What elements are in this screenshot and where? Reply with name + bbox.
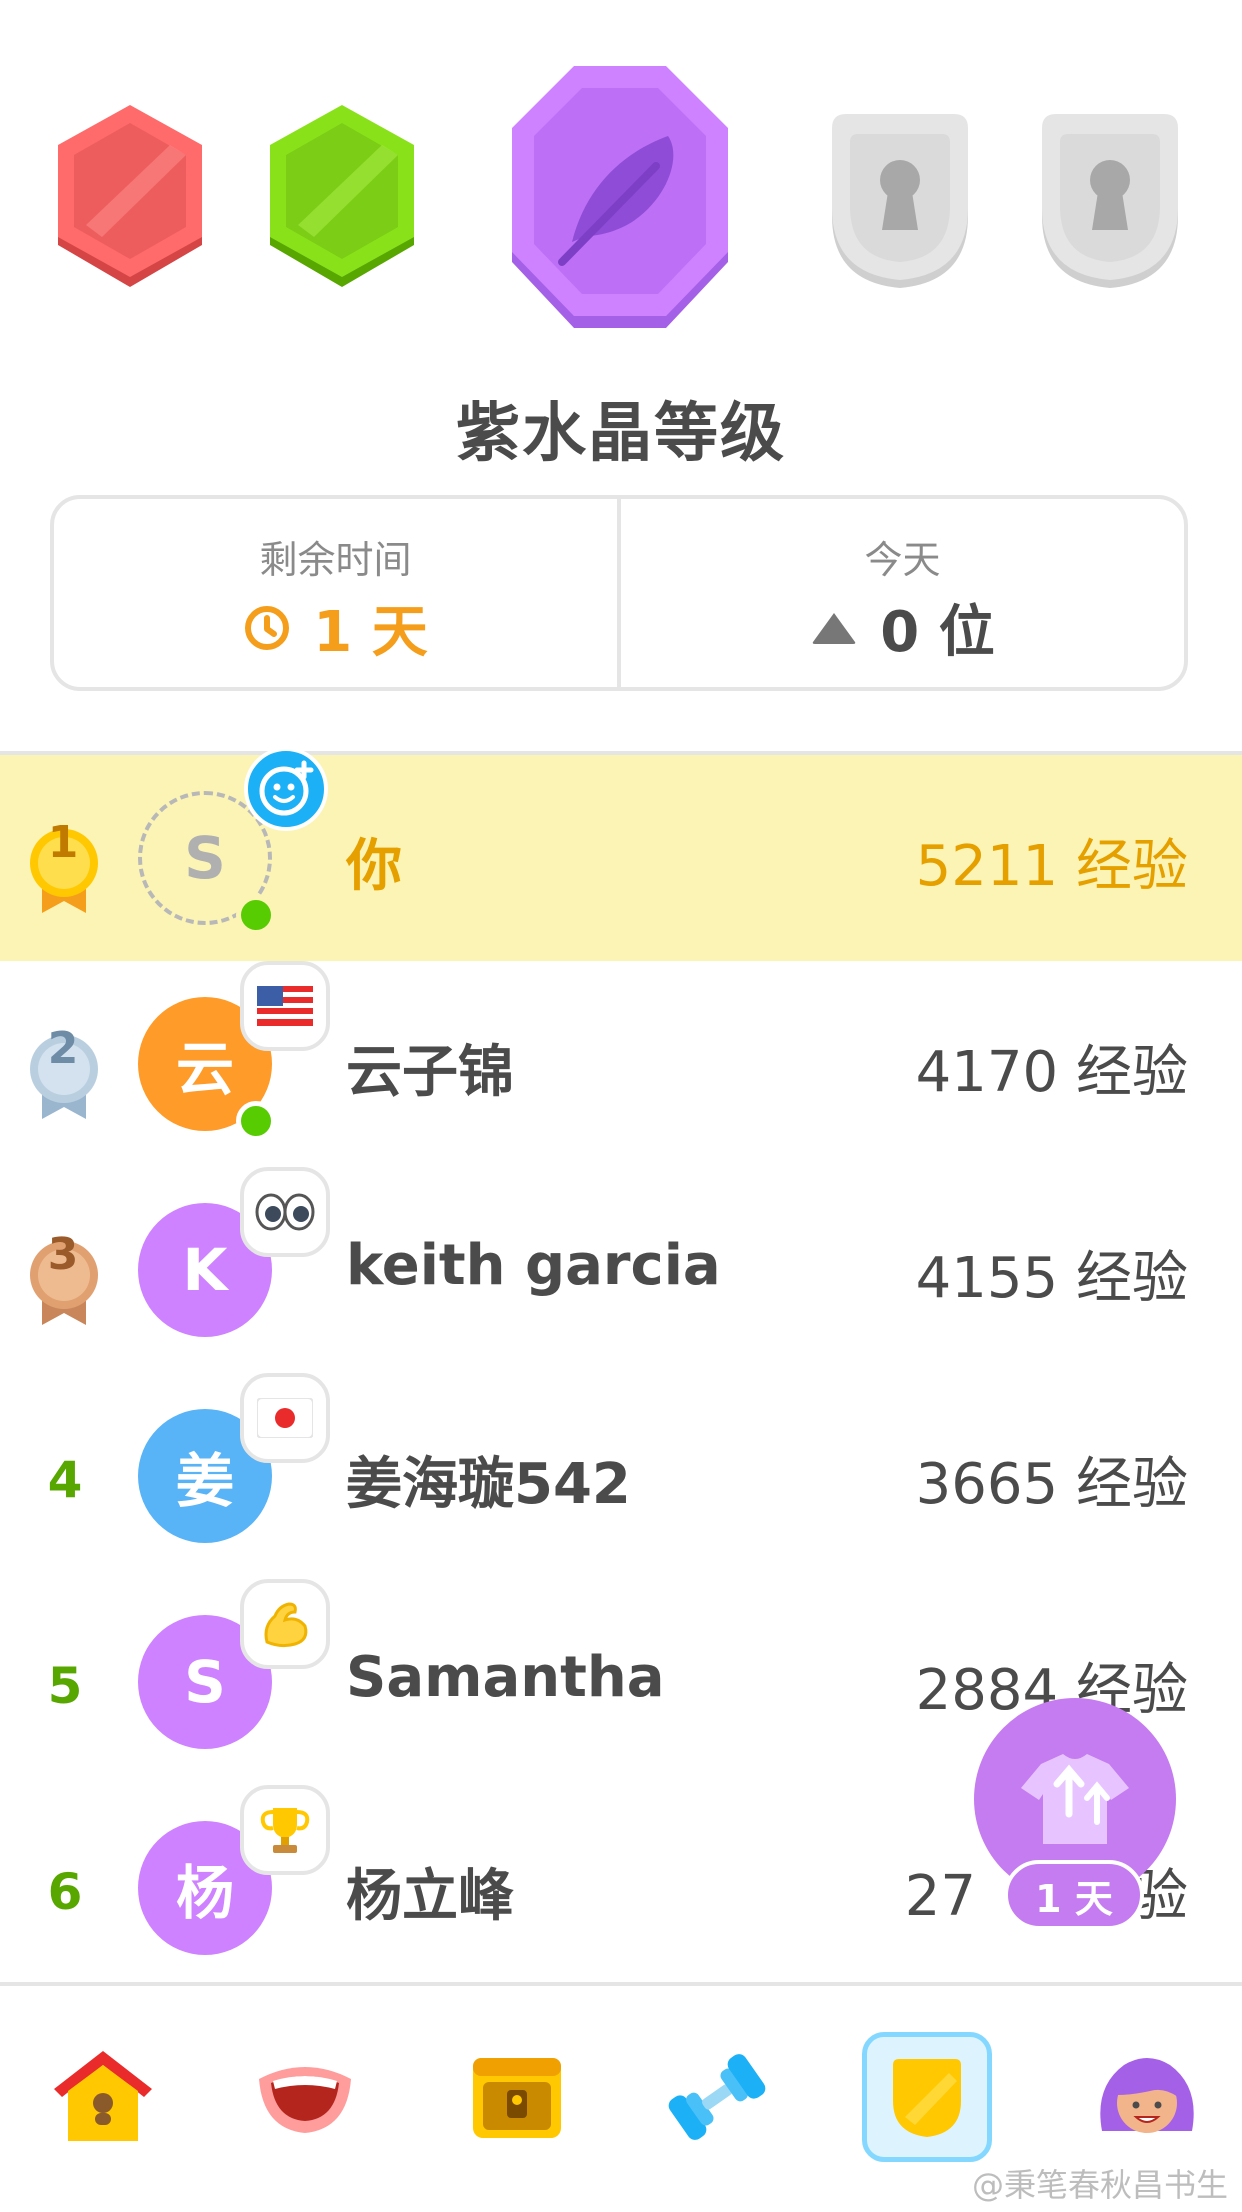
nav-leagues[interactable]: [862, 2032, 992, 2162]
leaderboard-row-self[interactable]: 1 S 你 5211 经验: [0, 747, 1242, 961]
league-stats-panel: 剩余时间 1 天 今天 0 位: [50, 495, 1188, 691]
locked-league-badge: [832, 114, 968, 288]
online-indicator: [236, 1101, 276, 1141]
rank-number: 1: [47, 817, 79, 868]
user-name: 你: [346, 834, 402, 899]
rank-number: 5: [47, 1657, 83, 1715]
online-indicator: [236, 895, 276, 935]
time-remaining-value: 1 天: [313, 600, 428, 665]
trophy-icon: [260, 1808, 310, 1853]
today-rank-stat: 今天 0 位: [617, 499, 1184, 687]
user-name: 杨立峰: [346, 1864, 514, 1929]
eyes-icon: [255, 1193, 315, 1231]
rank-number: 3: [47, 1229, 79, 1280]
watermark-text: @秉笔春秋昌书生: [971, 2166, 1228, 2204]
japan-flag-icon: [257, 1398, 313, 1438]
shirt-boost-icon: [1021, 1754, 1129, 1844]
user-name: 姜海璇542: [346, 1452, 631, 1517]
muscle-flair: [240, 1579, 330, 1669]
user-name: 云子锦: [346, 1040, 514, 1105]
league-badges: [0, 0, 1242, 360]
user-name: keith garcia: [346, 1233, 721, 1298]
user-name: Samantha: [346, 1645, 665, 1710]
eyes-flair: [240, 1167, 330, 1257]
nav-home[interactable]: [38, 2032, 168, 2162]
time-remaining-value-row: 1 天: [54, 587, 617, 668]
rank-up-arrow-icon: [813, 612, 856, 644]
nav-speak[interactable]: [240, 2032, 370, 2162]
nav-practice[interactable]: [652, 2032, 782, 2162]
leaderboard-row[interactable]: 2 云 云子锦 4170 经验: [0, 961, 1242, 1167]
boost-timer-pill[interactable]: 1 天: [1004, 1860, 1144, 1930]
xp-total: 3665 经验: [915, 1452, 1188, 1517]
league-shield-icon: [893, 2059, 961, 2137]
today-rank-value-row: 0 位: [621, 587, 1184, 668]
leaderboard-row[interactable]: 4 姜 姜海璇542 3665 经验: [0, 1373, 1242, 1579]
emerald-league-badge: [270, 105, 414, 287]
nav-profile[interactable]: [1082, 2032, 1212, 2162]
nav-chest[interactable]: [452, 2032, 582, 2162]
time-remaining-label: 剩余时间: [259, 538, 412, 582]
xp-total: 5211 经验: [915, 834, 1188, 899]
today-rank-label: 今天: [864, 538, 941, 582]
us-flag-icon: [257, 986, 313, 1026]
amethyst-league-badge: [512, 66, 728, 328]
time-remaining-stat: 剩余时间 1 天: [54, 499, 617, 687]
mouth-icon: [259, 2067, 351, 2133]
xp-total: 4170 经验: [915, 1040, 1188, 1105]
leaderboard-row[interactable]: 3 K keith garcia 4155 经验: [0, 1167, 1242, 1373]
rank-number: 4: [47, 1451, 83, 1509]
dumbbell-icon: [668, 2054, 766, 2140]
timer-icon: [245, 605, 290, 650]
trophy-flair: [240, 1785, 330, 1875]
smiley-plus-icon: [259, 760, 314, 816]
home-icon: [54, 2051, 152, 2141]
rank-number: 2: [47, 1023, 79, 1074]
us-flag-flair: [240, 961, 330, 1051]
xp-total: 4155 经验: [915, 1246, 1188, 1311]
ruby-league-badge: [58, 105, 202, 287]
rank-number: 6: [47, 1863, 83, 1921]
japan-flag-flair: [240, 1373, 330, 1463]
locked-league-badge: [1042, 114, 1178, 288]
league-title: 紫水晶等级: [456, 397, 786, 471]
xp-visible-prefix: 27: [904, 1864, 976, 1929]
add-friend-flair[interactable]: [244, 747, 328, 831]
flexed-arm-icon: [264, 1602, 308, 1648]
profile-avatar-icon: [1100, 2058, 1194, 2133]
today-rank-value: 0 位: [880, 600, 995, 665]
treasure-chest-icon: [473, 2058, 561, 2138]
